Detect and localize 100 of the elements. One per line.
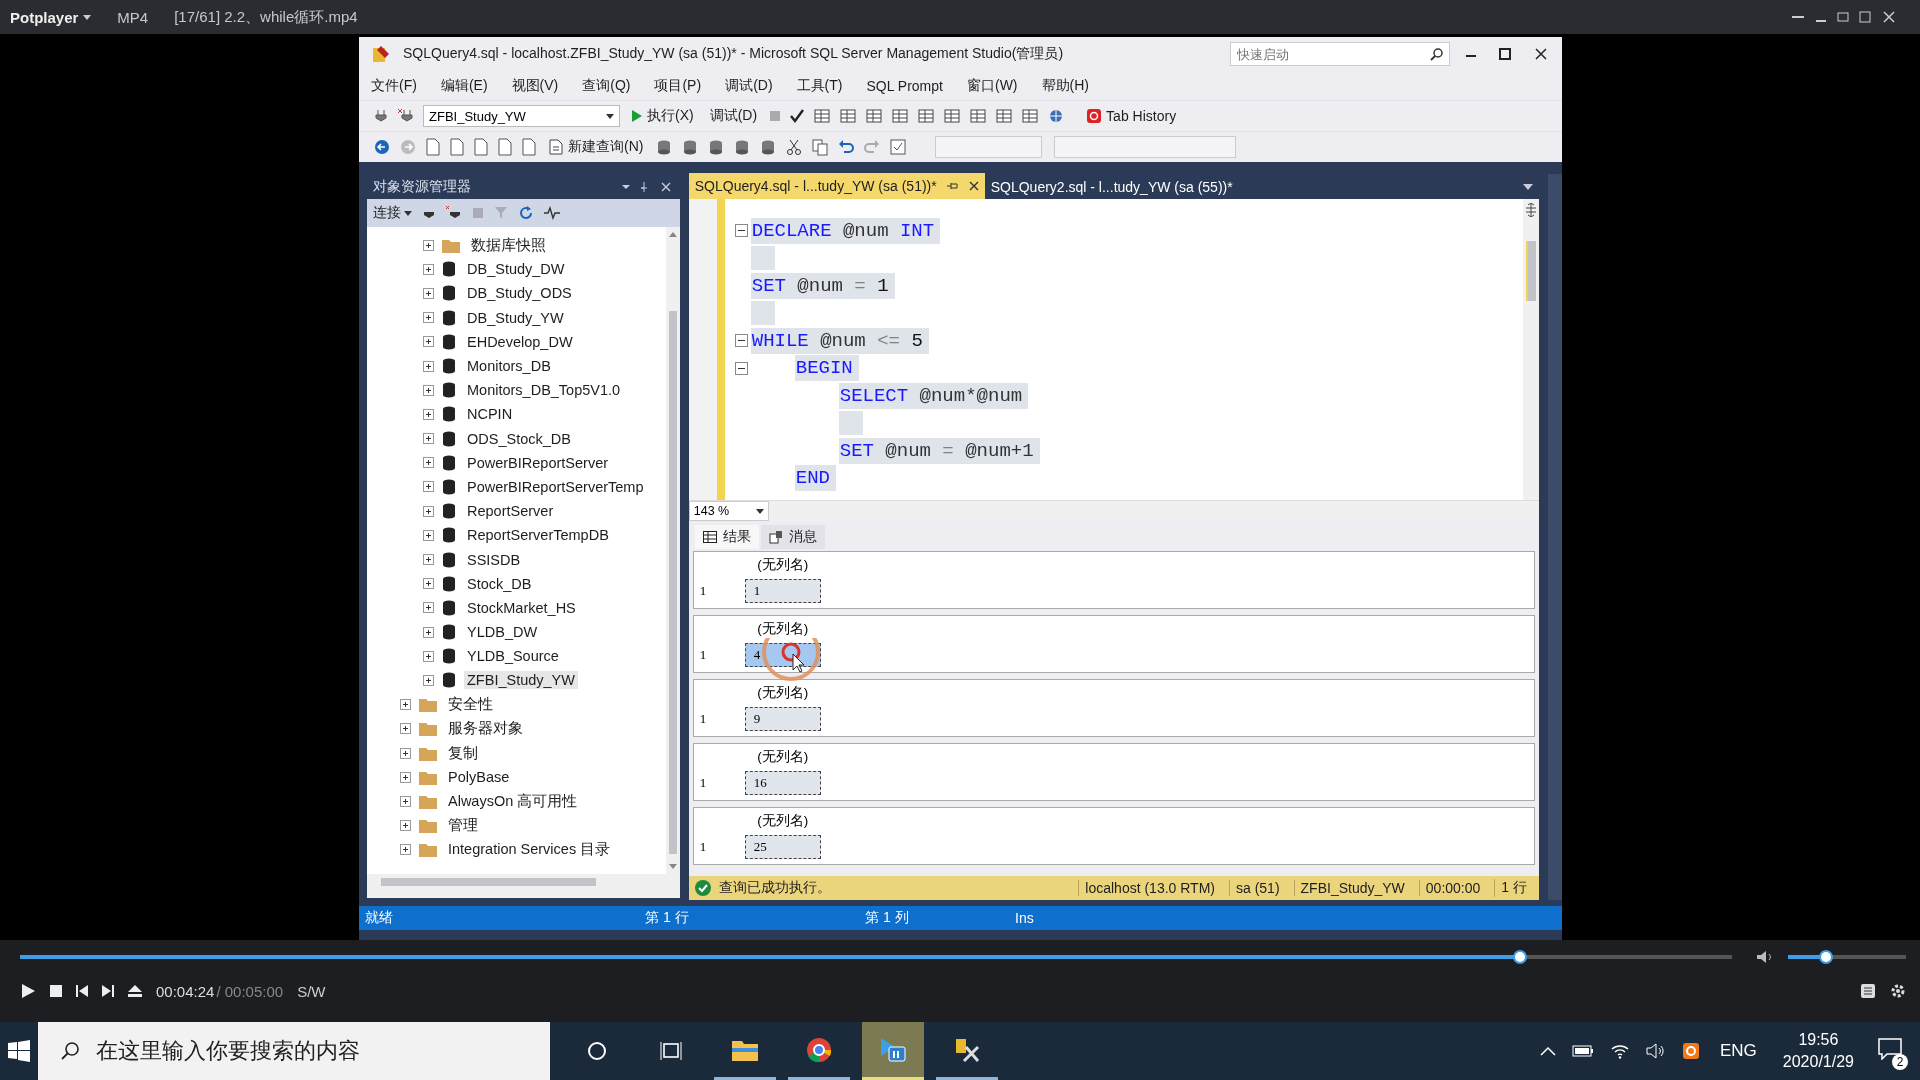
- scroll-thumb[interactable]: [668, 311, 677, 854]
- expand-icon[interactable]: [423, 263, 434, 275]
- settings-icon[interactable]: [1890, 983, 1906, 999]
- tree-item[interactable]: Integration Services 目录: [445, 839, 614, 861]
- scissors-icon[interactable]: [785, 138, 804, 156]
- properties-icon[interactable]: [889, 138, 908, 156]
- grid-icon[interactable]: [891, 108, 910, 124]
- tree-item[interactable]: StockMarket_HS: [464, 598, 579, 617]
- checkmark-icon[interactable]: [789, 108, 806, 124]
- slider-thumb[interactable]: [1512, 950, 1527, 964]
- grid-icon[interactable]: [917, 108, 936, 124]
- tree-item[interactable]: 管理: [445, 815, 481, 837]
- decoder-mode[interactable]: S/W: [297, 982, 326, 1000]
- menu-item[interactable]: 窗口(W): [966, 76, 1018, 95]
- scrollbar[interactable]: [665, 227, 680, 874]
- menu-item[interactable]: 查询(Q): [582, 76, 631, 95]
- scrollbar[interactable]: [1523, 199, 1539, 500]
- zoom-dropdown[interactable]: 143 %: [688, 501, 769, 521]
- tree-item[interactable]: ReportServer: [464, 502, 557, 521]
- expand-icon[interactable]: [400, 795, 411, 807]
- expand-icon[interactable]: [423, 529, 434, 541]
- play-icon[interactable]: [20, 983, 36, 999]
- scroll-thumb[interactable]: [381, 878, 596, 886]
- volume-slider[interactable]: [1788, 955, 1906, 959]
- tree-item[interactable]: Monitors_DB_Top5V1.0: [464, 381, 624, 400]
- refresh-icon[interactable]: [518, 205, 534, 221]
- document-icon[interactable]: [521, 138, 537, 156]
- tree-item[interactable]: Stock_DB: [464, 574, 535, 593]
- expand-icon[interactable]: [400, 844, 411, 856]
- volume-icon[interactable]: [1645, 1043, 1666, 1059]
- undo-icon[interactable]: [837, 138, 856, 156]
- collapse-icon[interactable]: [734, 361, 748, 375]
- connect-icon[interactable]: [373, 108, 389, 124]
- caret-icon[interactable]: [1523, 183, 1533, 190]
- expand-icon[interactable]: [400, 771, 411, 783]
- tray-app-icon[interactable]: [1681, 1042, 1700, 1060]
- battery-icon[interactable]: [1571, 1045, 1594, 1057]
- tree-item[interactable]: AlwaysOn 高可用性: [445, 790, 581, 812]
- tree-item[interactable]: 复制: [445, 742, 481, 764]
- tab-history-button[interactable]: Tab History: [1083, 106, 1181, 126]
- caret-icon[interactable]: [606, 113, 614, 119]
- next-icon[interactable]: [102, 985, 114, 997]
- tree-item[interactable]: EHDevelop_DW: [464, 332, 576, 351]
- playlist-icon[interactable]: [1860, 983, 1876, 999]
- table-cell[interactable]: 1: [744, 579, 821, 603]
- chevron-up-icon[interactable]: [1539, 1046, 1556, 1056]
- expand-icon[interactable]: [400, 699, 411, 711]
- tree-item[interactable]: Monitors_DB: [464, 357, 554, 376]
- expand-icon[interactable]: [423, 433, 434, 445]
- tree-item[interactable]: NCPIN: [464, 405, 516, 424]
- expand-icon[interactable]: [400, 820, 411, 832]
- connect-button[interactable]: 连接: [373, 204, 412, 222]
- disconnect-icon[interactable]: [397, 108, 415, 124]
- quick-launch-field[interactable]: 快速启动: [1230, 42, 1450, 66]
- grid-icon[interactable]: [1021, 108, 1040, 124]
- expand-icon[interactable]: [400, 747, 411, 759]
- tree-item[interactable]: 数据库快照: [468, 234, 549, 256]
- pin-icon[interactable]: [946, 180, 959, 191]
- tree-item[interactable]: DB_Study_YW: [464, 308, 567, 327]
- document-icon[interactable]: [497, 138, 513, 156]
- tree-item[interactable]: SSISDB: [464, 550, 524, 569]
- document-icon[interactable]: [449, 138, 465, 156]
- menu-item[interactable]: SQL Prompt: [866, 77, 943, 94]
- wifi-icon[interactable]: [1609, 1043, 1630, 1059]
- tree-item[interactable]: DB_Study_ODS: [464, 284, 575, 303]
- expand-icon[interactable]: [423, 602, 434, 614]
- grid-icon[interactable]: [943, 108, 962, 124]
- close-icon[interactable]: [968, 180, 979, 191]
- search-field[interactable]: 在这里输入你要搜索的内容: [38, 1022, 550, 1080]
- grid-icon[interactable]: [839, 108, 858, 124]
- menu-item[interactable]: 帮助(H): [1041, 76, 1089, 95]
- document-tab[interactable]: SQLQuery4.sql - l...tudy_YW (sa (51))*: [688, 173, 985, 200]
- document-tab[interactable]: SQLQuery2.sql - l...tudy_YW (sa (55))*: [984, 174, 1239, 199]
- table-cell[interactable]: 9: [744, 707, 821, 731]
- expand-icon[interactable]: [400, 723, 411, 735]
- table-cell[interactable]: 16: [744, 771, 821, 795]
- results-tab[interactable]: 结果: [694, 525, 759, 549]
- expand-icon[interactable]: [423, 360, 434, 372]
- expand-icon[interactable]: [423, 650, 434, 662]
- grid-icon[interactable]: [865, 108, 884, 124]
- scroll-up-icon[interactable]: [667, 230, 678, 238]
- collapse-icon[interactable]: [734, 224, 748, 238]
- slider-thumb[interactable]: [1818, 950, 1833, 964]
- eject-icon[interactable]: [128, 985, 142, 997]
- previous-icon[interactable]: [76, 985, 88, 997]
- expand-icon[interactable]: [423, 578, 434, 590]
- expand-icon[interactable]: [423, 287, 434, 299]
- expand-icon[interactable]: [423, 481, 434, 493]
- database-dropdown[interactable]: ZFBI_Study_YW: [423, 105, 620, 127]
- grid-icon[interactable]: [969, 108, 988, 124]
- scroll-down-icon[interactable]: [667, 863, 678, 871]
- grid-icon[interactable]: [813, 108, 832, 124]
- tree-item[interactable]: PowerBIReportServer: [464, 453, 612, 472]
- expand-icon[interactable]: [423, 239, 434, 251]
- volume-icon[interactable]: [1756, 950, 1774, 964]
- expand-icon[interactable]: [423, 336, 434, 348]
- tree-item[interactable]: ReportServerTempDB: [464, 526, 612, 545]
- tree-item[interactable]: 服务器对象: [445, 718, 526, 740]
- expand-icon[interactable]: [423, 408, 434, 420]
- menu-item[interactable]: 调试(D): [725, 76, 773, 95]
